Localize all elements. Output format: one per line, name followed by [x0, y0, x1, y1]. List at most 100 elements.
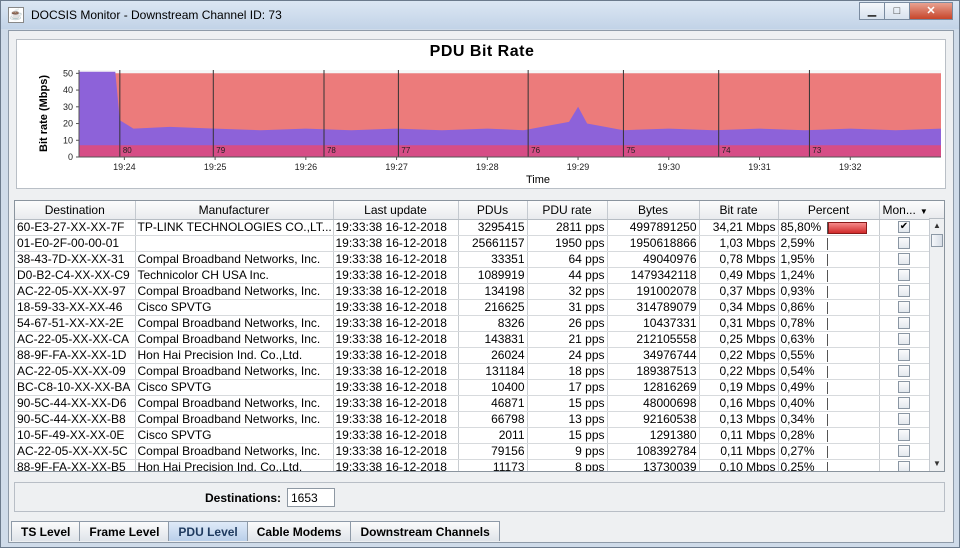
monitor-checkbox[interactable]	[898, 381, 910, 393]
table-row[interactable]: 10-5F-49-XX-XX-0E Cisco SPVTG 19:33:38 16-…	[15, 427, 930, 444]
monitor-checkbox[interactable]	[898, 429, 910, 441]
percent-bar	[826, 429, 873, 442]
maximize-button[interactable]: □	[884, 2, 910, 20]
column-menu-corner[interactable]	[929, 201, 944, 219]
table-scrollbar[interactable]: ▲ ▼	[929, 219, 944, 471]
column-header-bytes[interactable]: Bytes	[607, 201, 700, 220]
column-header-mon[interactable]: Mon... ▼	[879, 201, 930, 220]
cell-percent: 1,95%	[778, 251, 880, 268]
cell-destination: 90-5C-44-XX-XX-B8	[15, 411, 136, 428]
table-row[interactable]: 01-E0-2F-00-00-01 19:33:38 16-12-2018 2566…	[15, 235, 930, 252]
percent-bar	[826, 285, 873, 298]
monitor-checkbox[interactable]	[898, 333, 910, 345]
cell-pdus: 3295415	[458, 219, 528, 236]
scroll-down-arrow-icon[interactable]: ▼	[930, 457, 944, 471]
minimize-button[interactable]: ▁	[859, 2, 885, 20]
column-header-last-update[interactable]: Last update	[333, 201, 459, 220]
table-row[interactable]: D0-B2-C4-XX-XX-C9 Technicolor CH USA Inc.…	[15, 267, 930, 284]
cell-pdus: 1089919	[458, 267, 528, 284]
cell-pdu-rate: 8 pps	[527, 459, 608, 471]
column-header-manufacturer[interactable]: Manufacturer	[135, 201, 334, 220]
x-axis-label: Time	[526, 174, 550, 186]
table-row[interactable]: 88-9F-FA-XX-XX-B5 Hon Hai Precision Ind. …	[15, 459, 930, 471]
cell-bytes: 189387513	[607, 363, 700, 380]
table-row[interactable]: 60-E3-27-XX-XX-7F TP-LINK TECHNOLOGIES CO…	[15, 219, 930, 236]
scroll-up-arrow-icon[interactable]: ▲	[930, 219, 944, 233]
title-bar[interactable]: ☕ DOCSIS Monitor - Downstream Channel ID…	[1, 1, 959, 29]
close-button[interactable]: ✕	[909, 2, 953, 20]
cell-manufacturer: Compal Broadband Networks, Inc.	[135, 283, 334, 300]
monitor-checkbox[interactable]	[898, 237, 910, 249]
column-header-bit-rate[interactable]: Bit rate	[699, 201, 779, 220]
cell-manufacturer: Cisco SPVTG	[135, 379, 334, 396]
cell-pdu-rate: 18 pps	[527, 363, 608, 380]
monitor-checkbox[interactable]	[898, 413, 910, 425]
cell-monitor	[879, 267, 930, 284]
percent-bar	[826, 237, 873, 250]
cell-bit-rate: 34,21 Mbps	[699, 219, 779, 236]
cell-manufacturer: Cisco SPVTG	[135, 427, 334, 444]
monitor-checkbox[interactable]	[898, 301, 910, 313]
monitor-checkbox[interactable]	[898, 269, 910, 281]
tab-downstream-channels[interactable]: Downstream Channels	[350, 521, 500, 541]
java-app-icon[interactable]: ☕	[8, 7, 24, 23]
cell-percent: 0,28%	[778, 427, 880, 444]
marker-label-79: 79	[216, 146, 225, 155]
table-row[interactable]: 90-5C-44-XX-XX-B8 Compal Broadband Networ…	[15, 411, 930, 428]
cell-bit-rate: 0,37 Mbps	[699, 283, 779, 300]
monitor-checkbox[interactable]	[898, 461, 910, 471]
scroll-thumb[interactable]	[931, 234, 943, 247]
monitor-checkbox[interactable]	[898, 445, 910, 457]
tab-cable-modems[interactable]: Cable Modems	[246, 521, 352, 541]
cell-pdu-rate: 9 pps	[527, 443, 608, 460]
monitor-checkbox[interactable]	[898, 317, 910, 329]
cell-manufacturer: TP-LINK TECHNOLOGIES CO.,LT...	[135, 219, 334, 236]
cell-destination: 88-9F-FA-XX-XX-B5	[15, 459, 136, 471]
tab-frame-level[interactable]: Frame Level	[79, 521, 170, 541]
x-tick-label-19:30: 19:30	[658, 162, 681, 172]
y-tick-label-0: 0	[68, 152, 73, 162]
cell-last-update: 19:33:38 16-12-2018	[333, 427, 459, 444]
cell-percent: 0,86%	[778, 299, 880, 316]
table-row[interactable]: 88-9F-FA-XX-XX-1D Hon Hai Precision Ind. …	[15, 347, 930, 364]
column-header-percent[interactable]: Percent	[778, 201, 880, 220]
table-row[interactable]: AC-22-05-XX-XX-5C Compal Broadband Networ…	[15, 443, 930, 460]
cell-bit-rate: 1,03 Mbps	[699, 235, 779, 252]
table-row[interactable]: 38-43-7D-XX-XX-31 Compal Broadband Networ…	[15, 251, 930, 268]
percent-text: 85,80%	[780, 220, 822, 234]
column-header-destination[interactable]: Destination	[15, 201, 136, 220]
column-dropdown-icon[interactable]: ▼	[920, 207, 928, 216]
table-row[interactable]: AC-22-05-XX-XX-CA Compal Broadband Networ…	[15, 331, 930, 348]
cell-last-update: 19:33:38 16-12-2018	[333, 411, 459, 428]
monitor-checkbox[interactable]: ✔	[898, 221, 910, 233]
monitor-checkbox[interactable]	[898, 253, 910, 265]
monitor-checkbox[interactable]	[898, 349, 910, 361]
marker-label-73: 73	[812, 146, 821, 155]
destinations-count-field[interactable]: 1653	[287, 488, 335, 507]
table-row[interactable]: 18-59-33-XX-XX-46 Cisco SPVTG 19:33:38 16-…	[15, 299, 930, 316]
cell-pdus: 10400	[458, 379, 528, 396]
cell-bytes: 212105558	[607, 331, 700, 348]
monitor-checkbox[interactable]	[898, 365, 910, 377]
table-row[interactable]: AC-22-05-XX-XX-09 Compal Broadband Networ…	[15, 363, 930, 380]
tab-pdu-level[interactable]: PDU Level	[168, 521, 248, 541]
table-row[interactable]: 90-5C-44-XX-XX-D6 Compal Broadband Networ…	[15, 395, 930, 412]
destinations-panel: Destinations: 1653	[14, 482, 945, 512]
monitor-checkbox[interactable]	[898, 397, 910, 409]
percent-text: 0,28%	[780, 428, 815, 442]
table-row[interactable]: AC-22-05-XX-XX-97 Compal Broadband Networ…	[15, 283, 930, 300]
table-row[interactable]: BC-C8-10-XX-XX-BA Cisco SPVTG 19:33:38 16-…	[15, 379, 930, 396]
cell-last-update: 19:33:38 16-12-2018	[333, 235, 459, 252]
percent-text: 0,86%	[780, 300, 815, 314]
cell-manufacturer: Cisco SPVTG	[135, 299, 334, 316]
cell-last-update: 19:33:38 16-12-2018	[333, 299, 459, 316]
monitor-checkbox[interactable]	[898, 285, 910, 297]
table-row[interactable]: 54-67-51-XX-XX-2E Compal Broadband Networ…	[15, 315, 930, 332]
tab-ts-level[interactable]: TS Level	[11, 521, 81, 541]
column-header-pdu-rate[interactable]: PDU rate	[527, 201, 608, 220]
cell-bytes: 12816269	[607, 379, 700, 396]
cell-bit-rate: 0,31 Mbps	[699, 315, 779, 332]
column-header-pdus[interactable]: PDUs	[458, 201, 528, 220]
cell-manufacturer: Compal Broadband Networks, Inc.	[135, 251, 334, 268]
cell-percent: 2,59%	[778, 235, 880, 252]
